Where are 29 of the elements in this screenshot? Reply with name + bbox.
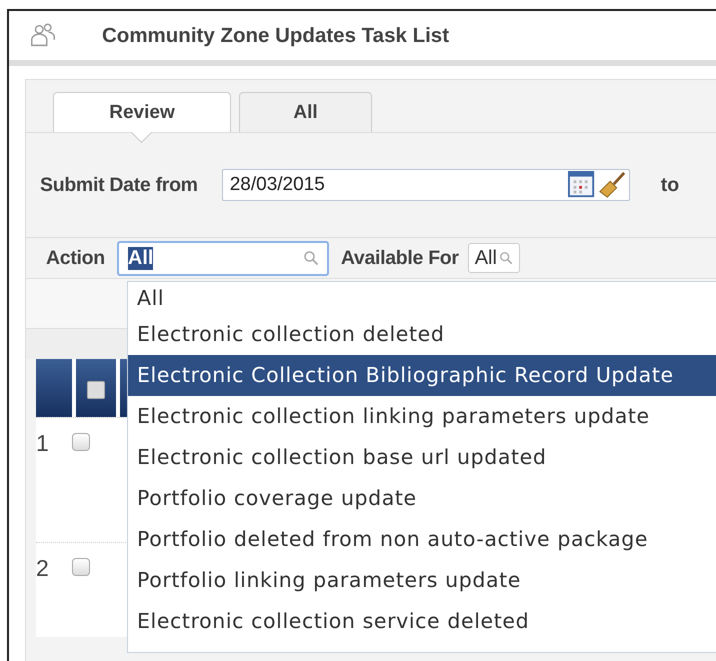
dropdown-option[interactable]: Electronic Collection Bibliographic Record Update <box>128 355 716 396</box>
search-icon <box>498 251 513 265</box>
available-for-field[interactable]: All <box>468 243 520 273</box>
row-number: 1 <box>36 430 50 457</box>
window-title: Community Zone Updates Task List <box>102 24 450 48</box>
checkbox[interactable] <box>72 433 90 451</box>
tab[interactable]: Review <box>53 92 231 132</box>
broom-icon[interactable] <box>598 171 626 199</box>
submit-date-label: Submit Date from <box>40 174 198 196</box>
date-field[interactable]: 28/03/2015 <box>222 169 630 201</box>
dropdown-option[interactable]: Portfolio coverage update <box>128 478 716 519</box>
calendar-icon[interactable] <box>568 171 596 199</box>
header-cell <box>36 359 72 417</box>
dropdown-option[interactable]: All <box>128 282 716 314</box>
dropdown-option[interactable]: Electronic collection deleted <box>128 314 716 355</box>
checkbox[interactable] <box>72 558 90 576</box>
action-field[interactable]: All <box>116 240 329 276</box>
dropdown-option[interactable]: Electronic collection linking parameters update <box>128 396 716 437</box>
available-for-label: Available For <box>340 246 459 270</box>
action-label: Action <box>46 246 105 270</box>
row-number: 2 <box>36 555 50 582</box>
dropdown-option[interactable]: Portfolio linking parameters update <box>128 560 716 601</box>
search-icon <box>302 250 319 266</box>
to-label: to <box>660 174 680 196</box>
tab[interactable]: All <box>239 92 372 132</box>
dropdown-option[interactable]: Electronic collection service deleted <box>128 601 716 642</box>
checkbox[interactable] <box>87 380 105 398</box>
dropdown-option[interactable]: Portfolio deleted from non auto-active package <box>128 519 716 560</box>
dropdown-option[interactable]: Electronic collection base url updated <box>128 437 716 478</box>
